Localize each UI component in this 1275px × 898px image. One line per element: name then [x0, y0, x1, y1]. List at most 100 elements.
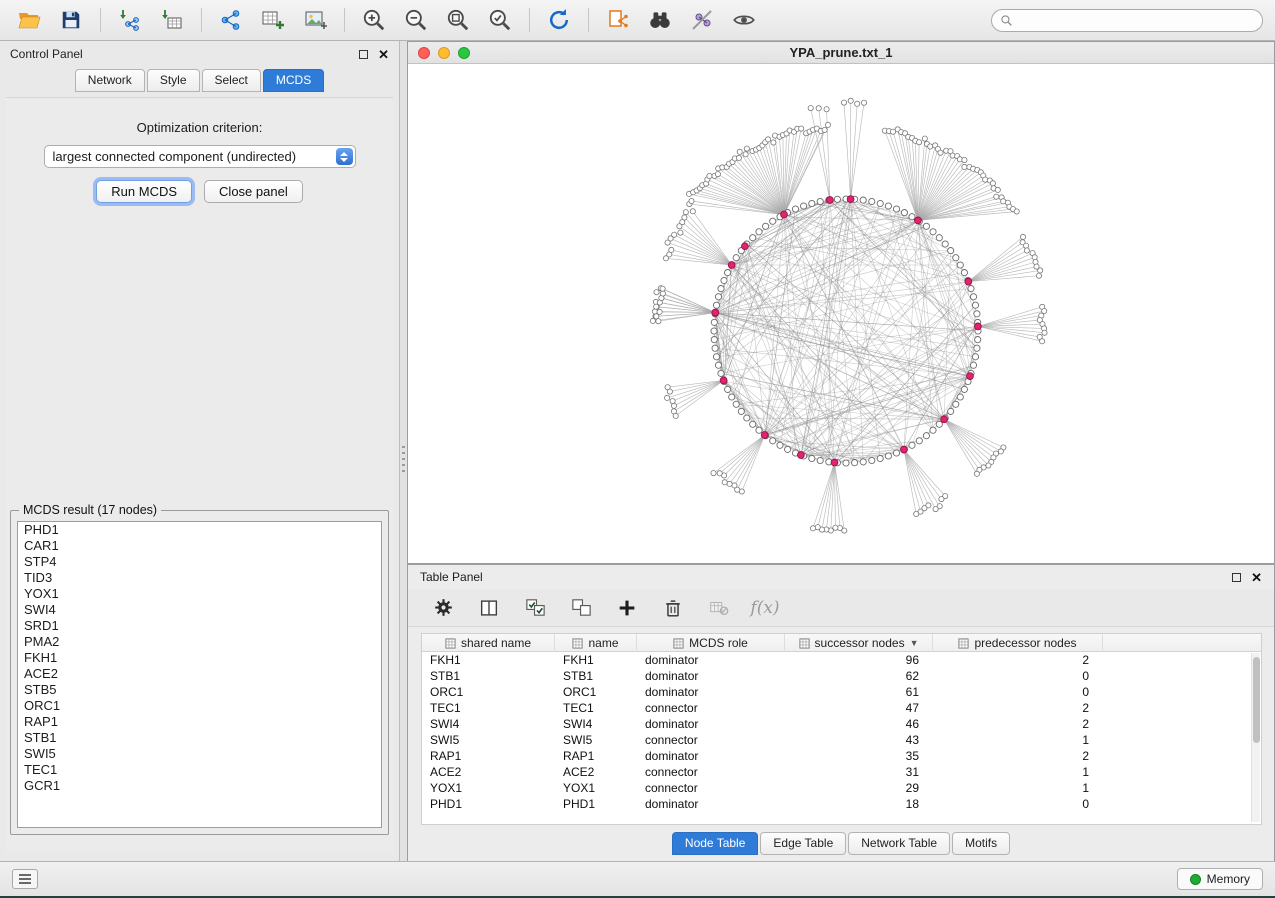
tab-network-table[interactable]: Network Table: [848, 832, 950, 855]
window-zoom-icon[interactable]: [458, 47, 470, 59]
mcds-result-item[interactable]: TID3: [18, 570, 381, 586]
select-all-icon[interactable]: [522, 595, 548, 621]
mcds-result-item[interactable]: STB1: [18, 730, 381, 746]
deselect-all-icon[interactable]: [568, 595, 594, 621]
mcds-result-item[interactable]: ORC1: [18, 698, 381, 714]
float-panel-icon[interactable]: [359, 50, 368, 59]
mcds-result-item[interactable]: STP4: [18, 554, 381, 570]
search-input[interactable]: [1018, 13, 1254, 27]
column-header-name[interactable]: name: [555, 634, 637, 652]
mcds-result-item[interactable]: GCR1: [18, 778, 381, 794]
find-binoculars-icon[interactable]: [643, 5, 677, 35]
tab-select[interactable]: Select: [202, 69, 261, 92]
close-panel-button[interactable]: Close panel: [204, 180, 303, 203]
mcds-result-item[interactable]: ACE2: [18, 666, 381, 682]
mcds-result-list[interactable]: PHD1CAR1STP4TID3YOX1SWI4SRD1PMA2FKH1ACE2…: [17, 521, 382, 828]
table-cell: 0: [933, 668, 1103, 684]
table-row[interactable]: PHD1PHD1dominator180: [422, 796, 1261, 812]
float-table-panel-icon[interactable]: [1232, 573, 1241, 582]
sort-chevron-icon: ▼: [910, 638, 919, 648]
mcds-result-item[interactable]: PHD1: [18, 522, 381, 538]
zoom-fit-icon[interactable]: [441, 5, 475, 35]
tab-edge-table[interactable]: Edge Table: [760, 832, 846, 855]
close-panel-icon[interactable]: ✕: [378, 48, 389, 61]
mcds-result-item[interactable]: FKH1: [18, 650, 381, 666]
automation-menu-button[interactable]: [12, 869, 38, 889]
table-cell-filler: [1103, 668, 1261, 684]
share-document-icon[interactable]: [601, 5, 635, 35]
table-row[interactable]: SWI5SWI5connector431: [422, 732, 1261, 748]
import-network-file-icon[interactable]: [113, 5, 147, 35]
table-row[interactable]: ACE2ACE2connector311: [422, 764, 1261, 780]
table-settings-gear-icon[interactable]: [430, 595, 456, 621]
table-cell: 0: [933, 796, 1103, 812]
column-header-predecessor-nodes[interactable]: predecessor nodes: [933, 634, 1103, 652]
zoom-in-icon[interactable]: [357, 5, 391, 35]
memory-status-icon: [1190, 874, 1201, 885]
table-row[interactable]: ORC1ORC1dominator610: [422, 684, 1261, 700]
graphics-details-icon[interactable]: [685, 5, 719, 35]
table-cell-filler: [1103, 652, 1261, 668]
table-cell: 1: [933, 780, 1103, 796]
mcds-result-item[interactable]: YOX1: [18, 586, 381, 602]
table-row[interactable]: TEC1TEC1connector472: [422, 700, 1261, 716]
tab-mcds[interactable]: MCDS: [263, 69, 324, 92]
mcds-result-item[interactable]: CAR1: [18, 538, 381, 554]
tab-motifs[interactable]: Motifs: [952, 832, 1010, 855]
add-row-plus-icon[interactable]: [614, 595, 640, 621]
mcds-result-item[interactable]: STB5: [18, 682, 381, 698]
control-panel-tabs: Network Style Select MCDS: [0, 67, 399, 92]
search-box[interactable]: [991, 9, 1263, 32]
column-attr-icon: [572, 638, 583, 649]
show-hide-eye-icon[interactable]: [727, 5, 761, 35]
mcds-result-item[interactable]: PMA2: [18, 634, 381, 650]
column-header-successor-nodes[interactable]: successor nodes ▼: [785, 634, 933, 652]
mcds-result-item[interactable]: RAP1: [18, 714, 381, 730]
table-row[interactable]: YOX1YOX1connector291: [422, 780, 1261, 796]
mcds-result-item[interactable]: TEC1: [18, 762, 381, 778]
column-header-mcds-role[interactable]: MCDS role: [637, 634, 785, 652]
control-panel-title: Control Panel: [10, 47, 83, 61]
table-cell-filler: [1103, 796, 1261, 812]
save-session-icon[interactable]: [54, 5, 88, 35]
run-mcds-button[interactable]: Run MCDS: [96, 180, 192, 203]
table-cell: ORC1: [422, 684, 555, 700]
window-minimize-icon[interactable]: [438, 47, 450, 59]
table-cell: TEC1: [555, 700, 637, 716]
status-bar: Memory: [0, 861, 1275, 896]
table-row[interactable]: RAP1RAP1dominator352: [422, 748, 1261, 764]
column-header-shared-name[interactable]: shared name: [422, 634, 555, 652]
table-scrollbar-thumb[interactable]: [1253, 657, 1260, 743]
table-scrollbar[interactable]: [1251, 653, 1260, 822]
criterion-dropdown[interactable]: largest connected component (undirected): [44, 145, 356, 168]
table-row[interactable]: STB1STB1dominator620: [422, 668, 1261, 684]
new-network-icon[interactable]: [214, 5, 248, 35]
refresh-view-icon[interactable]: [542, 5, 576, 35]
network-canvas[interactable]: [408, 64, 1274, 563]
mcds-result-item[interactable]: SRD1: [18, 618, 381, 634]
new-table-icon[interactable]: [256, 5, 290, 35]
column-header-filler: [1103, 634, 1261, 652]
tab-node-table[interactable]: Node Table: [672, 832, 759, 855]
memory-button[interactable]: Memory: [1177, 868, 1263, 890]
node-table[interactable]: shared name name MCDS role successor nod…: [421, 633, 1262, 825]
export-image-icon[interactable]: [298, 5, 332, 35]
table-row[interactable]: SWI4SWI4dominator462: [422, 716, 1261, 732]
import-table-file-icon[interactable]: [155, 5, 189, 35]
close-table-panel-icon[interactable]: ✕: [1251, 571, 1262, 584]
tab-network[interactable]: Network: [75, 69, 145, 92]
column-selector-icon[interactable]: [476, 595, 502, 621]
table-cell: PHD1: [555, 796, 637, 812]
panel-splitter[interactable]: [400, 41, 407, 861]
delete-row-trash-icon[interactable]: [660, 595, 686, 621]
mcds-result-item[interactable]: SWI4: [18, 602, 381, 618]
window-close-icon[interactable]: [418, 47, 430, 59]
table-row[interactable]: FKH1FKH1dominator962: [422, 652, 1261, 668]
open-session-icon[interactable]: [12, 5, 46, 35]
tab-style[interactable]: Style: [147, 69, 200, 92]
zoom-selected-icon[interactable]: [483, 5, 517, 35]
table-panel-title: Table Panel: [420, 570, 483, 584]
mcds-result-item[interactable]: SWI5: [18, 746, 381, 762]
zoom-out-icon[interactable]: [399, 5, 433, 35]
network-window-titlebar[interactable]: YPA_prune.txt_1: [408, 42, 1274, 64]
